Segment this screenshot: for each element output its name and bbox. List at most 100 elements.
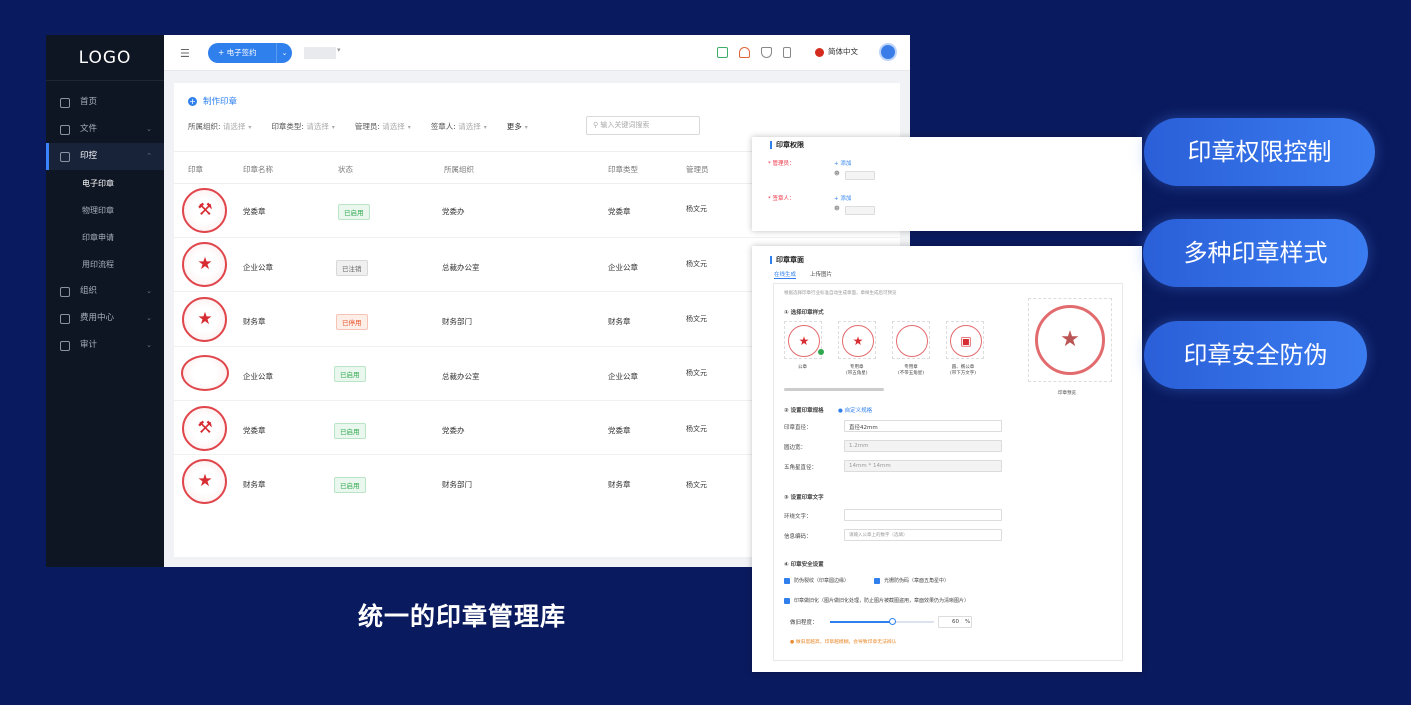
sidebar-subitem-seal-flow[interactable]: 用印流程	[46, 251, 164, 278]
seal-type: 党委章	[608, 207, 631, 216]
sidebar-item-billing[interactable]: 费用中心 ⌄	[46, 305, 164, 332]
make-seal-button[interactable]: + 制作印章	[188, 95, 237, 107]
star-size-value: 14mm * 14mm	[849, 463, 891, 469]
checkbox-checked-icon[interactable]	[784, 578, 790, 584]
field-label: 五角星直径：	[784, 465, 818, 471]
star-icon: ★	[842, 325, 874, 357]
tab-upload-image[interactable]: 上传图片	[810, 270, 832, 278]
aging-degree-label: 做旧程度：	[790, 620, 818, 626]
style-option-label: 专用章 (带五角星)	[846, 365, 868, 376]
signer-label: * 签章人：	[768, 196, 795, 202]
aging-slider[interactable]	[830, 618, 934, 625]
filter-bar: 所属组织: 请选择 ▾ 印章类型: 请选择 ▾ 管理员: 请选择 ▾ 签章人: 请选择…	[188, 121, 528, 132]
caret-down-icon: ▾	[248, 124, 252, 131]
feature-anti-counterfeit: 印章安全防伪	[1144, 321, 1367, 389]
filter-org[interactable]: 所属组织: 请选择 ▾	[188, 121, 251, 132]
seal-name: 企业公章	[243, 263, 273, 272]
sidebar-item-home[interactable]: 首页	[46, 89, 164, 116]
shield-icon[interactable]	[761, 47, 772, 58]
avatar[interactable]	[879, 43, 897, 61]
search-placeholder: 输入关键词搜索	[600, 121, 650, 129]
style-option-bottom-text[interactable]: ▣	[946, 321, 984, 359]
panel-title: 印章权限	[770, 141, 804, 149]
sidebar-item-seal-control[interactable]: 印控 ⌃	[46, 143, 164, 170]
search-input[interactable]: ⚲ 输入关键词搜索	[586, 116, 700, 135]
seal-image: ⚒	[182, 406, 227, 451]
col-type: 印章类型	[608, 165, 638, 174]
signer-chip[interactable]	[845, 206, 875, 215]
bell-icon[interactable]	[739, 47, 750, 58]
warning-text: ● 做旧度越高，印章越模糊，会导致印章无法辨认	[790, 640, 897, 645]
add-signer-button[interactable]: + 添加	[834, 194, 851, 202]
seal-admin: 杨文元	[686, 260, 707, 268]
mobile-icon[interactable]	[783, 47, 791, 58]
style-option-special-nostar[interactable]	[892, 321, 930, 359]
section-title: ④ 印章安全设置	[784, 562, 824, 568]
chevron-down-icon: ⌄	[146, 341, 152, 349]
filter-seal-type[interactable]: 印章类型: 请选择 ▾	[271, 121, 334, 132]
seal-image: ★	[182, 297, 227, 342]
user-icon: ☻	[834, 206, 840, 212]
tab-online-generate[interactable]: 在线生成	[774, 270, 797, 279]
seal-name: 党委章	[243, 207, 266, 216]
filter-more[interactable]: 更多 ▾	[507, 121, 528, 132]
anti-light-label: 光栅防伪码（章面五角星中）	[884, 578, 950, 584]
filter-admin[interactable]: 管理员: 请选择 ▾	[355, 121, 411, 132]
chevron-down-icon: ⌄	[146, 287, 152, 295]
field-label: 印章直径：	[784, 425, 812, 431]
ring-text-input[interactable]	[844, 509, 1002, 521]
style-option-special-star[interactable]: ★	[838, 321, 876, 359]
home-icon	[60, 97, 70, 108]
seal-icon	[60, 151, 70, 162]
checkbox-checked-icon[interactable]	[874, 578, 880, 584]
filter-signer[interactable]: 签章人: 请选择 ▾	[431, 121, 487, 132]
col-status: 状态	[338, 165, 353, 174]
sidebar-item-org[interactable]: 组织 ⌄	[46, 278, 164, 305]
admin-chip[interactable]	[845, 171, 875, 180]
filter-placeholder: 请选择	[222, 122, 246, 131]
party-emblem-icon: ⚒	[197, 418, 213, 438]
chevron-down-icon[interactable]: ⌄	[276, 43, 292, 63]
filter-label: 管理员:	[354, 122, 380, 131]
caret-down-icon[interactable]: ▾	[337, 46, 341, 54]
seal-admin: 杨文元	[686, 481, 707, 489]
sidebar-subitem-e-seal[interactable]: 电子印章	[46, 170, 164, 197]
new-e-sign-button[interactable]: + 电子签约 ⌄	[208, 43, 292, 63]
language-switcher[interactable]: 简体中文	[815, 44, 858, 60]
col-name: 印章名称	[243, 165, 273, 174]
diameter-select[interactable]: 直径42mm	[844, 420, 1002, 432]
audit-icon	[60, 340, 70, 351]
filter-label: 签章人:	[430, 122, 456, 131]
filter-label: 所属组织:	[188, 122, 221, 131]
percent-sign: %	[965, 619, 971, 625]
menu-fold-icon[interactable]: ☰	[180, 47, 190, 60]
make-seal-label: 制作印章	[203, 97, 238, 107]
aging-slider-handle[interactable]	[889, 618, 897, 625]
seal-org: 党委办	[442, 426, 465, 435]
style-scrollbar[interactable]	[784, 388, 884, 391]
border-width-input[interactable]: 1.2mm	[844, 440, 1002, 452]
seal-type: 党委章	[608, 426, 631, 435]
aging-percent-input[interactable]: 60%	[938, 616, 972, 628]
sidebar-item-audit[interactable]: 审计 ⌄	[46, 332, 164, 359]
status-badge: 已启用	[334, 423, 366, 439]
seal-preview: ★	[1028, 298, 1112, 382]
field-label: 圆边宽：	[784, 445, 807, 451]
logo: LOGO	[46, 35, 164, 81]
star-icon: ★	[1035, 305, 1105, 375]
checkbox-checked-icon[interactable]	[784, 598, 790, 604]
language-label: 简体中文	[828, 47, 858, 56]
calendar-check-icon[interactable]	[717, 47, 728, 58]
sidebar-item-file[interactable]: 文件 ⌄	[46, 116, 164, 143]
org-switcher[interactable]	[304, 47, 336, 59]
style-option-official[interactable]: ★	[784, 321, 822, 359]
sidebar-subitem-physical-seal[interactable]: 物理印章	[46, 197, 164, 224]
sidebar-subitem-seal-request[interactable]: 印章申请	[46, 224, 164, 251]
custom-spec-toggle[interactable]: ● 自定义规格	[838, 406, 872, 414]
info-code-input[interactable]: 请输入公章上的数字（选填）	[844, 529, 1002, 541]
add-admin-button[interactable]: + 添加	[834, 159, 851, 167]
chevron-up-icon: ⌃	[146, 152, 152, 160]
seal-ring-icon	[896, 325, 928, 357]
star-size-select[interactable]: 14mm * 14mm	[844, 460, 1002, 472]
seal-image: ★	[182, 242, 227, 287]
